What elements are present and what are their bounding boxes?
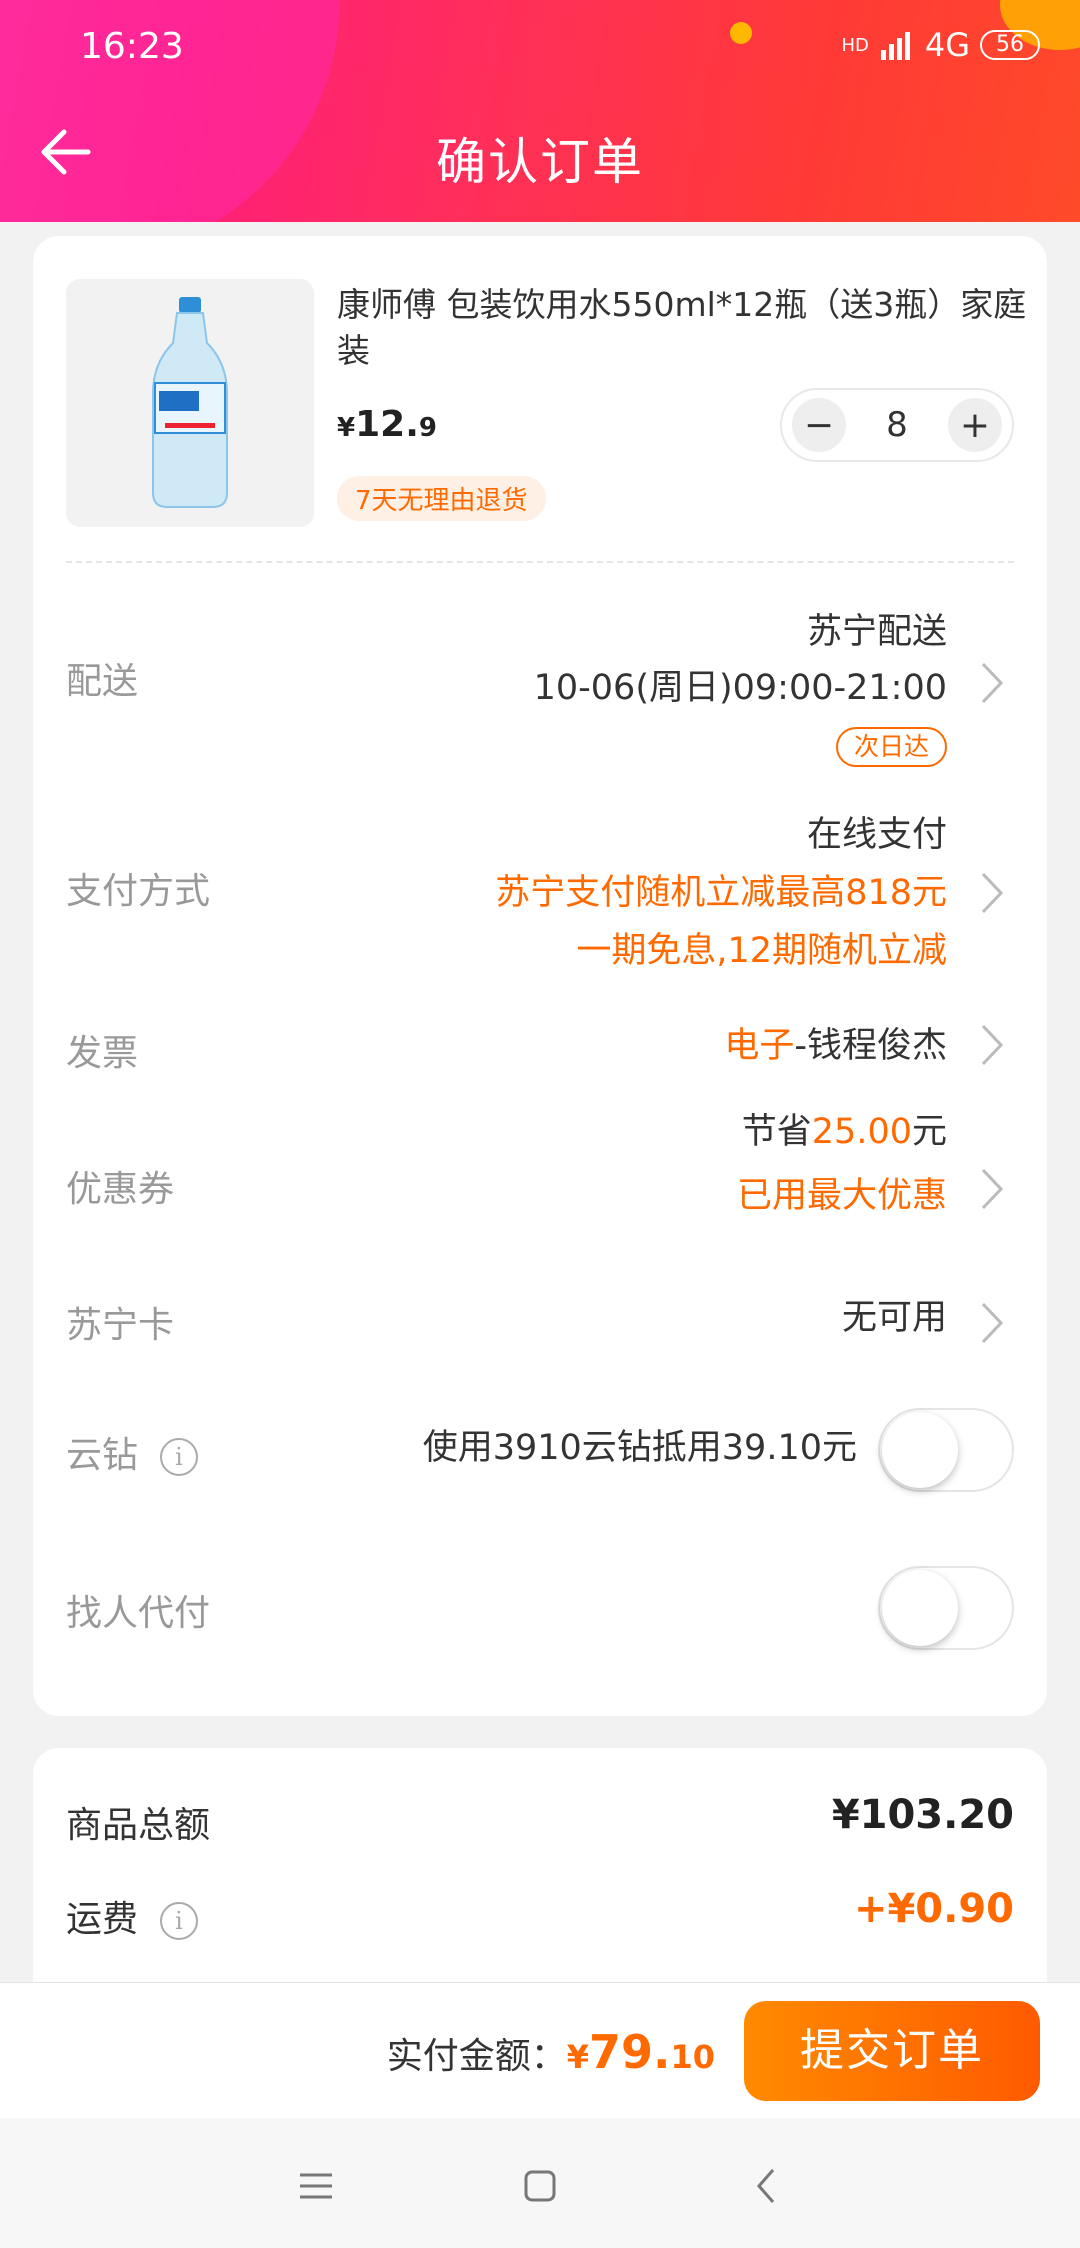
decrease-button[interactable]: − [792, 398, 846, 452]
coupon-suffix: 元 [911, 1112, 947, 1152]
total-decimal: 10 [670, 2038, 715, 2076]
coupon-amount: 25.00 [811, 1112, 912, 1152]
network-type: 4G [924, 26, 970, 64]
chevron-right-icon [981, 1168, 1004, 1210]
battery-icon: 56 [980, 30, 1040, 60]
signal-bars-icon [880, 32, 910, 60]
cloud-diamond-text: 云钻 [66, 1435, 139, 1476]
total-amount: 实付金额：¥79.10 [387, 2025, 715, 2079]
header: 16:23 HD 4G 56 确认订单 [0, 0, 1080, 222]
coupon-value: 节省25.00元 已用最大优惠 [737, 1100, 947, 1228]
pay-for-me-toggle[interactable] [878, 1566, 1014, 1650]
order-card: 康师傅 包装饮用水550ml*12瓶（送3瓶）家庭装 ¥12.9 − 8 + 7… [33, 236, 1047, 1716]
total-symbol: ¥ [566, 2038, 589, 2076]
total-value: ¥79.10 [567, 2025, 715, 2079]
system-nav-bar [0, 2118, 1080, 2248]
shipping-label: 运费 i [66, 1890, 199, 1942]
product-image[interactable] [66, 279, 314, 527]
cloud-diamond-value: 使用3910云钻抵用39.10元 [422, 1428, 857, 1468]
price-symbol: ¥ [337, 413, 356, 443]
cloud-diamond-label: 云钻 i [66, 1426, 199, 1478]
nav-back-button[interactable] [736, 2156, 796, 2216]
pay-for-me-label: 找人代付 [66, 1593, 211, 1634]
payment-value: 在线支付 苏宁支付随机立减最高818元 一期免息,12期随机立减 [495, 806, 947, 980]
header-decoration [730, 22, 752, 44]
price-decimal: 9 [418, 413, 437, 443]
payment-promo: 苏宁支付随机立减最高818元 [495, 873, 947, 913]
submit-order-button[interactable]: 提交订单 [744, 2001, 1040, 2101]
invoice-type: 电子 [724, 1026, 795, 1066]
signal-icon: HD [841, 34, 869, 56]
installment-promo: 一期免息,12期随机立减 [576, 931, 947, 971]
product-title: 康师傅 包装饮用水550ml*12瓶（送3瓶）家庭装 [337, 285, 1027, 370]
invoice-label: 发票 [66, 1033, 139, 1074]
total-integer: 79. [588, 2025, 671, 2079]
info-icon[interactable]: i [160, 1902, 199, 1940]
chevron-left-icon [757, 2169, 775, 2203]
suning-card-value: 无可用 [841, 1298, 947, 1338]
menu-button[interactable] [286, 2156, 346, 2216]
invoice-value: 电子-钱程俊杰 [724, 1018, 947, 1074]
chevron-right-icon [981, 662, 1004, 704]
cloud-diamond-toggle[interactable] [878, 1408, 1014, 1492]
delivery-value: 苏宁配送 10-06(周日)09:00-21:00 次日达 [534, 604, 947, 772]
invoice-name: -钱程俊杰 [794, 1026, 947, 1066]
chevron-right-icon [981, 1302, 1004, 1344]
chevron-right-icon [981, 872, 1004, 914]
quantity-value[interactable]: 8 [886, 405, 908, 445]
toggle-knob [882, 1570, 958, 1646]
quantity-stepper: − 8 + [780, 388, 1014, 462]
coupon-label: 优惠券 [66, 1169, 175, 1210]
product-price: ¥12.9 [337, 404, 437, 445]
suning-card-label: 苏宁卡 [66, 1305, 175, 1346]
status-time: 16:23 [80, 26, 184, 67]
home-button[interactable] [510, 2156, 570, 2216]
delivery-time: 10-06(周日)09:00-21:00 [533, 668, 947, 708]
coupon-prefix: 节省 [741, 1112, 812, 1152]
return-policy-tag: 7天无理由退货 [337, 476, 546, 521]
payment-method: 在线支付 [806, 815, 947, 855]
info-icon[interactable]: i [160, 1438, 199, 1476]
shipping-value: +¥0.90 [853, 1886, 1014, 1932]
chevron-right-icon [981, 1024, 1004, 1066]
goods-total-label: 商品总额 [66, 1805, 211, 1846]
shipping-text: 运费 [66, 1899, 139, 1940]
toggle-knob [882, 1412, 958, 1488]
status-icons: HD 4G 56 [841, 26, 1040, 64]
checkout-bar: 实付金额：¥79.10 提交订单 [0, 1982, 1080, 2118]
page-title: 确认订单 [436, 133, 644, 191]
menu-icon [300, 2173, 332, 2199]
total-label: 实付金额： [386, 2036, 567, 2077]
next-day-badge: 次日达 [835, 727, 947, 767]
increase-button[interactable]: + [947, 398, 1002, 452]
goods-total-value: ¥103.20 [831, 1792, 1014, 1838]
payment-label: 支付方式 [66, 871, 211, 912]
home-square-icon [524, 2170, 556, 2202]
delivery-label: 配送 [66, 661, 139, 702]
divider [66, 561, 1014, 563]
coupon-note: 已用最大优惠 [736, 1176, 947, 1216]
delivery-method: 苏宁配送 [806, 612, 947, 652]
water-bottle-icon [152, 297, 228, 508]
price-integer: 12. [355, 404, 419, 445]
